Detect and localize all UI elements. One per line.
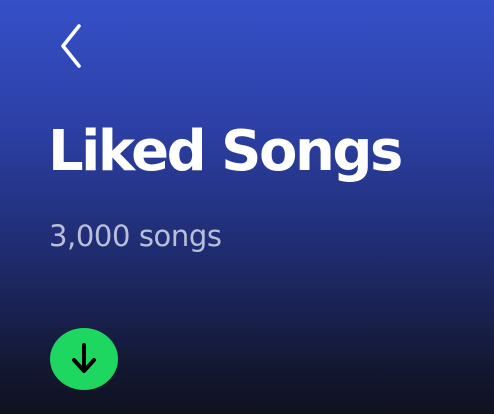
chevron-left-icon: [61, 24, 81, 68]
download-button[interactable]: [50, 328, 118, 390]
liked-songs-screen: Liked Songs 3,000 songs: [0, 0, 494, 414]
back-button[interactable]: [46, 18, 96, 74]
page-title: Liked Songs: [48, 119, 403, 184]
download-arrow-icon: [72, 343, 96, 373]
song-count: 3,000 songs: [49, 219, 222, 253]
